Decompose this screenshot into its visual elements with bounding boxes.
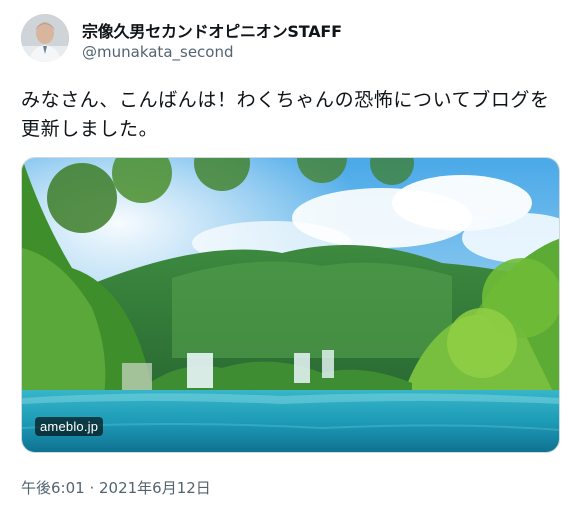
link-preview-image <box>22 158 559 452</box>
display-name[interactable]: 宗像久男セカンドオピニオンSTAFF <box>82 18 342 42</box>
tweet: 宗像久男セカンドオピニオンSTAFF @munakata_second みなさん… <box>0 0 586 506</box>
timestamp-date[interactable]: 2021年6月12日 <box>99 479 211 497</box>
timestamp-time[interactable]: 午後6:01 <box>21 479 85 497</box>
link-preview-card[interactable]: ameblo.jp <box>21 157 560 453</box>
link-domain-badge: ameblo.jp <box>35 417 104 436</box>
avatar[interactable] <box>21 14 69 62</box>
timestamp-separator: · <box>84 479 99 497</box>
tweet-timestamp: 午後6:01 · 2021年6月12日 <box>21 477 211 498</box>
tweet-text: みなさん、こんばんは！わくちゃんの恐怖についてブログを更新しました。 <box>21 89 550 140</box>
username-handle[interactable]: @munakata_second <box>82 43 234 61</box>
